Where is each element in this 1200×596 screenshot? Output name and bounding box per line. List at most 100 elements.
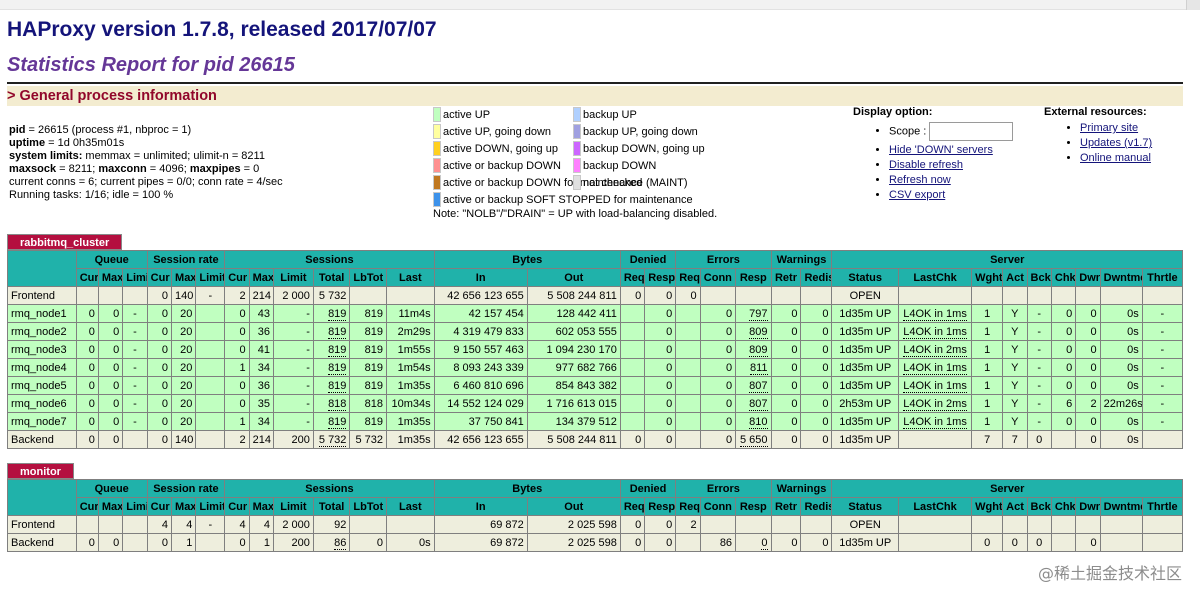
external-resources: External resources: Primary site Updates…: [1044, 106, 1152, 167]
row-name[interactable]: Backend: [7, 533, 77, 552]
legend-swatch: [433, 141, 441, 156]
table-cell: 0: [146, 533, 173, 552]
row-name[interactable]: rmq_node2: [7, 322, 77, 341]
table-cell: -: [272, 340, 314, 359]
table-cell: [1050, 533, 1077, 552]
table-cell: L4OK in 2ms: [897, 394, 973, 413]
scrollbar-stub[interactable]: [1186, 0, 1200, 10]
row-name[interactable]: Frontend: [7, 515, 77, 534]
row-name[interactable]: rmq_node3: [7, 340, 77, 359]
column-header: Redis: [800, 497, 833, 516]
table-cell: 0: [619, 515, 646, 534]
table-cell: 1m35s: [385, 430, 435, 449]
column-header: Resp: [735, 497, 772, 516]
table-cell: 0: [146, 322, 173, 341]
row-name[interactable]: rmq_node6: [7, 394, 77, 413]
table-cell: [1099, 515, 1143, 534]
table-cell: 0: [800, 304, 833, 323]
table-cell: 1m55s: [385, 340, 435, 359]
hide-down-link[interactable]: Hide 'DOWN' servers: [889, 144, 993, 156]
legend-swatch: [433, 107, 441, 122]
table-cell: 0: [1075, 533, 1101, 552]
legend-swatch: [573, 175, 581, 190]
table-row: Backend 0 0 0 1 0 1 200 86 0 0s 69 872 2 025 598 0 0 86…: [7, 533, 1184, 552]
table-cell: 0: [224, 340, 250, 359]
table-cell: [97, 286, 124, 305]
scope-label: Scope :: [889, 125, 927, 138]
row-name[interactable]: rmq_node1: [7, 304, 77, 323]
table-cell: L4OK in 1ms: [897, 376, 973, 395]
table-cell: 0: [735, 533, 772, 552]
table-cell: 0: [146, 304, 173, 323]
table-cell: 0: [1075, 304, 1101, 323]
table-cell: [195, 340, 226, 359]
table-cell: 128 442 411: [526, 304, 621, 323]
refresh-now-link[interactable]: Refresh now: [889, 174, 951, 186]
table-cell: 0s: [385, 533, 435, 552]
column-header: Resp: [644, 497, 677, 516]
primary-site-link[interactable]: Primary site: [1080, 122, 1138, 134]
table-cell: Y: [1002, 304, 1028, 323]
table-cell: 0: [146, 286, 173, 305]
legend-swatch: [573, 124, 581, 139]
table-cell: 819: [312, 304, 351, 323]
table-cell: 134 379 512: [526, 412, 621, 431]
table-cell: 0: [644, 533, 677, 552]
table-cell: [971, 515, 1004, 534]
column-header: Cur: [146, 497, 173, 516]
table-cell: 1d35m UP: [831, 340, 899, 359]
table-cell: 1: [971, 322, 1004, 341]
table-cell: 69 872: [433, 533, 528, 552]
table-cell: 0: [770, 358, 802, 377]
csv-export-link[interactable]: CSV export: [889, 189, 945, 201]
table-cell: 0: [224, 376, 250, 395]
disable-refresh-link[interactable]: Disable refresh: [889, 159, 963, 171]
table-cell: 20: [171, 376, 197, 395]
procinfo-line: system limits: memmax = unlimited; ulimi…: [9, 150, 265, 162]
table-cell: [1002, 286, 1028, 305]
corner-header: [7, 250, 77, 287]
table-cell: [675, 304, 701, 323]
table-cell: [75, 515, 99, 534]
table-cell: 0: [644, 430, 677, 449]
table-cell: 0: [75, 394, 99, 413]
table-cell: 1d35m UP: [831, 322, 899, 341]
row-name[interactable]: rmq_node4: [7, 358, 77, 377]
table-cell: [195, 358, 226, 377]
column-header: Max: [248, 268, 274, 287]
table-cell: 0: [644, 304, 677, 323]
table-cell: -: [1026, 340, 1052, 359]
table-cell: 5 732: [349, 430, 387, 449]
table-cell: 2 025 598: [526, 515, 621, 534]
table-cell: 34: [248, 412, 274, 431]
online-manual-link[interactable]: Online manual: [1080, 152, 1151, 164]
row-name[interactable]: rmq_node5: [7, 376, 77, 395]
table-cell: [619, 304, 646, 323]
version-title: HAProxy version 1.7.8, released 2017/07/…: [7, 18, 437, 41]
proxy-name[interactable]: monitor: [7, 463, 74, 479]
table-cell: 0: [619, 286, 646, 305]
column-header: Limit: [122, 268, 148, 287]
column-header: Dwn: [1075, 497, 1101, 516]
table-cell: [195, 376, 226, 395]
updates-link[interactable]: Updates (v1.7): [1080, 137, 1152, 149]
proxy-name[interactable]: rabbitmq_cluster: [7, 234, 123, 250]
table-cell: 0: [1002, 533, 1028, 552]
column-header: Chk: [1050, 268, 1077, 287]
table-cell: 0: [224, 533, 250, 552]
table-cell: 0: [770, 412, 802, 431]
group-header: Denied: [619, 479, 677, 498]
group-header: Bytes: [433, 250, 621, 269]
table-cell: 1: [971, 394, 1004, 413]
table-cell: 0: [146, 394, 173, 413]
table-row: Frontend 0 140-2 214 2 000 5 732 42 656 123 65…: [7, 286, 1184, 305]
row-name[interactable]: Backend: [7, 430, 77, 449]
legend-swatch: [573, 141, 581, 156]
scope-input[interactable]: [929, 122, 1014, 141]
group-header: Errors: [675, 479, 772, 498]
row-name[interactable]: rmq_node7: [7, 412, 77, 431]
row-name[interactable]: Frontend: [7, 286, 77, 305]
table-cell: 0: [97, 394, 124, 413]
legend-label: active UP, going down: [443, 125, 552, 138]
table-cell: 1d35m UP: [831, 304, 899, 323]
